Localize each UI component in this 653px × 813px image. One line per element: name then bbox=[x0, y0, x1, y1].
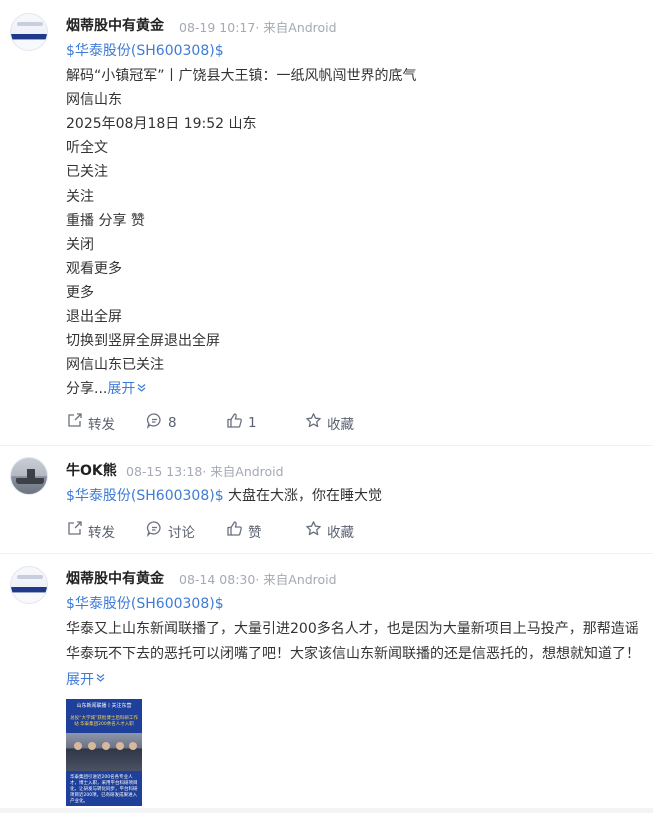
post-text: 华泰又上山东新闻联播了，大量引进200多名人才，也是因为大量新项目上马投产，那帮… bbox=[66, 617, 646, 693]
favorite-button[interactable]: 收藏 bbox=[305, 520, 354, 541]
author-avatar[interactable] bbox=[10, 566, 48, 604]
repost-button[interactable]: 转发 bbox=[66, 520, 115, 541]
post-text-line: 观看更多 bbox=[66, 261, 122, 277]
author-name[interactable]: 烟蒂股中有黄金 bbox=[66, 15, 164, 35]
post-text-line: 已关注 bbox=[66, 164, 108, 180]
post-text-line: 解码“小镇冠军”丨广饶县大王镇：一纸风帆闯世界的底气 bbox=[66, 68, 417, 84]
post-meta: 08-19 10:17· 来自Android bbox=[179, 20, 337, 35]
like-label: 赞 bbox=[248, 524, 262, 541]
star-icon bbox=[305, 520, 327, 541]
expand-label: 展开 bbox=[66, 671, 94, 688]
image-subtitle: 总投“大学城”获批博士后科研工作站 华泰集团200余名人才入职 bbox=[70, 716, 138, 727]
share-icon bbox=[66, 520, 88, 541]
post-divider bbox=[0, 445, 653, 446]
image-photo bbox=[66, 733, 142, 771]
repost-label: 转发 bbox=[88, 524, 115, 541]
post-meta: 08-15 13:18· 来自Android bbox=[126, 464, 284, 479]
author-name[interactable]: 烟蒂股中有黄金 bbox=[66, 568, 164, 588]
post-text-line: 关注 bbox=[66, 189, 94, 205]
stock-tag[interactable]: $华泰股份(SH600308)$ bbox=[66, 594, 224, 614]
post-text-line: 2025年08月18日 19:52 山东 bbox=[66, 116, 257, 132]
author-avatar[interactable] bbox=[10, 13, 48, 51]
favorite-label: 收藏 bbox=[327, 524, 354, 541]
comment-button[interactable]: 讨论 bbox=[146, 520, 195, 541]
chevron-down-icon bbox=[95, 667, 106, 692]
post-text-line: 关闭 bbox=[66, 237, 94, 253]
expand-label: 展开 bbox=[107, 381, 136, 397]
post-text-line: 网信山东 bbox=[66, 92, 122, 108]
like-count: 1 bbox=[248, 414, 257, 431]
author-name[interactable]: 牛OK熊 bbox=[66, 460, 117, 480]
list-bottom-edge bbox=[0, 808, 653, 813]
favorite-label: 收藏 bbox=[327, 416, 354, 433]
like-button[interactable]: 1 bbox=[226, 412, 257, 433]
post-text-line: 切换到竖屏全屏退出全屏 bbox=[66, 333, 220, 349]
image-title: 山东新闻联播丨关注东营 bbox=[76, 703, 132, 709]
post-text-line: 退出全屏 bbox=[66, 309, 122, 325]
share-icon bbox=[66, 412, 88, 433]
author-avatar[interactable] bbox=[10, 457, 48, 495]
comment-button[interactable]: 8 bbox=[146, 412, 177, 433]
post-meta: 08-14 08:30· 来自Android bbox=[179, 572, 337, 587]
chevron-down-icon bbox=[136, 379, 147, 399]
post-text-body: 华泰又上山东新闻联播了，大量引进200多名人才，也是因为大量新项目上马投产，那帮… bbox=[66, 621, 640, 662]
favorite-button[interactable]: 收藏 bbox=[305, 412, 354, 433]
image-body-text: 华泰集团引进近200名各专业人才，博士入职，采用平台科研项目化，让研发与转化同步… bbox=[70, 775, 138, 804]
post-text-line: 听全文 bbox=[66, 140, 108, 156]
repost-button[interactable]: 转发 bbox=[66, 412, 115, 433]
post-text-line: 网信山东已关注 bbox=[66, 357, 164, 373]
post-text-last-line: 分享...展开 bbox=[66, 379, 147, 399]
repost-label: 转发 bbox=[88, 416, 115, 433]
stock-tag[interactable]: $华泰股份(SH600308)$ bbox=[66, 41, 224, 61]
stock-tag-link[interactable]: $华泰股份(SH600308)$ bbox=[66, 596, 224, 612]
post-text-prefix: 分享... bbox=[66, 381, 108, 397]
star-icon bbox=[305, 412, 327, 433]
comment-icon bbox=[146, 412, 168, 433]
post-text: $华泰股份(SH600308)$ 大盘在大涨，你在睡大觉 bbox=[66, 486, 382, 506]
post-text-line: 更多 bbox=[66, 285, 94, 301]
thumbs-up-icon bbox=[226, 412, 248, 433]
comment-count: 8 bbox=[168, 414, 177, 431]
post-image-thumbnail[interactable]: 山东新闻联播丨关注东营 总投“大学城”获批博士后科研工作站 华泰集团200余名人… bbox=[66, 699, 142, 806]
stock-tag-link[interactable]: $华泰股份(SH600308)$ bbox=[66, 488, 224, 504]
post-divider bbox=[0, 553, 653, 554]
comment-label: 讨论 bbox=[168, 524, 195, 541]
comment-icon bbox=[146, 520, 168, 541]
expand-button[interactable]: 展开 bbox=[66, 672, 106, 688]
stock-tag-link[interactable]: $华泰股份(SH600308)$ bbox=[66, 43, 224, 59]
like-button[interactable]: 赞 bbox=[226, 520, 262, 541]
expand-button[interactable]: 展开 bbox=[107, 381, 147, 397]
thumbs-up-icon bbox=[226, 520, 248, 541]
post-text-body: 大盘在大涨，你在睡大觉 bbox=[223, 488, 383, 504]
post-text-line: 重播 分享 赞 bbox=[66, 213, 145, 229]
